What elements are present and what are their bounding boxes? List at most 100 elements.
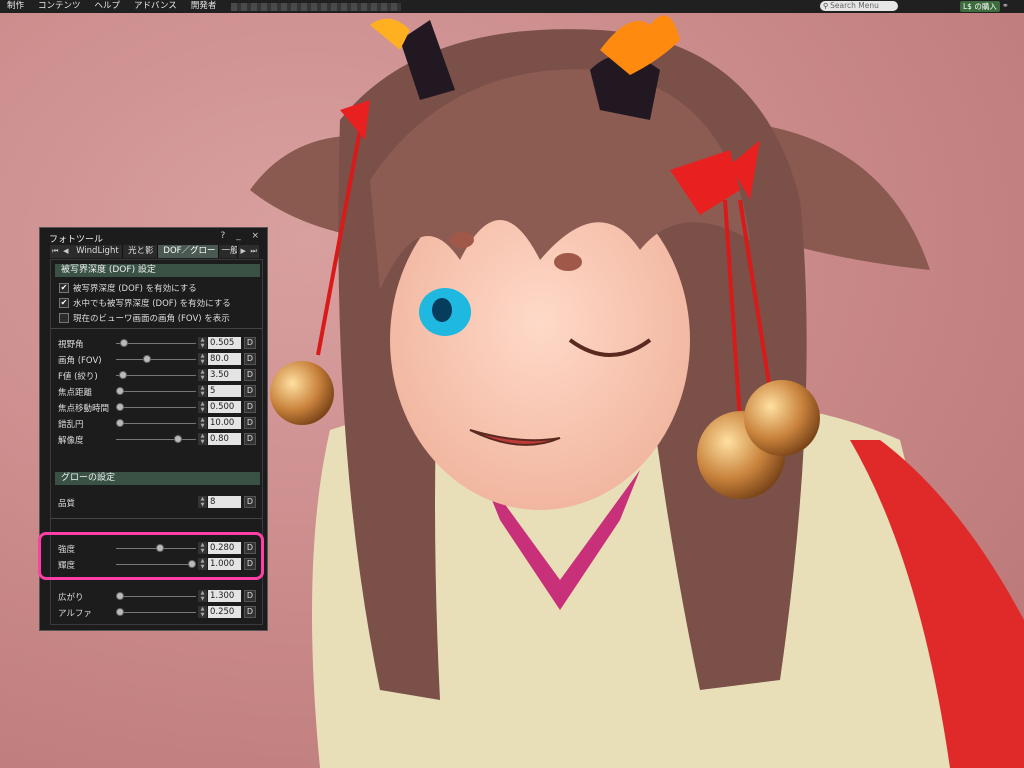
slider-thumb[interactable] — [116, 387, 124, 395]
slider-track[interactable] — [116, 359, 196, 360]
divider — [51, 518, 262, 519]
slider-thumb[interactable] — [116, 608, 124, 616]
slider-thumb[interactable] — [116, 592, 124, 600]
slider-thumb[interactable] — [188, 560, 196, 568]
setting-label: 焦点距離 — [58, 388, 93, 398]
value-field[interactable]: 8 — [208, 496, 241, 508]
menu-build[interactable]: 制作 — [0, 0, 31, 13]
reset-default-button[interactable]: D — [244, 590, 256, 602]
reset-default-button[interactable]: D — [244, 606, 256, 618]
menu-developer[interactable]: 開発者 — [184, 0, 224, 13]
slider-thumb[interactable] — [143, 355, 152, 363]
setting-row: 強度 ▲ ▼ 0.280 D — [58, 542, 258, 555]
reset-default-button[interactable]: D — [244, 542, 256, 554]
spinner-arrows-icon[interactable]: ▲ ▼ — [198, 417, 207, 429]
show-fov-checkbox[interactable]: 現在のビューワ画面の画角 (FOV) を表示 — [59, 312, 230, 324]
menu-advanced[interactable]: アドバンス — [127, 0, 184, 13]
checkbox-label: 被写界深度 (DOF) を有効にする — [73, 283, 197, 294]
tab-first-icon[interactable]: ⏮ — [50, 245, 61, 258]
setting-row: 解像度 ▲ ▼ 0.80 D — [58, 433, 258, 446]
tab-dof-glow[interactable]: DOF／グロー — [158, 245, 220, 258]
value-field[interactable]: 0.80 — [208, 433, 241, 445]
slider-track[interactable] — [116, 423, 196, 424]
slider-track[interactable] — [116, 375, 196, 376]
spinner-arrows-icon[interactable]: ▲ ▼ — [198, 433, 207, 445]
slider-track[interactable] — [116, 407, 196, 408]
slider-track[interactable] — [116, 612, 196, 613]
setting-row: 画角 (FOV) ▲ ▼ 80.0 D — [58, 353, 258, 366]
divider — [51, 328, 262, 329]
value-field[interactable]: 0.280 — [208, 542, 241, 554]
setting-label: 解像度 — [58, 436, 84, 446]
slider-thumb[interactable] — [118, 371, 127, 379]
menu-content[interactable]: コンテンツ — [31, 0, 88, 13]
photo-tools-floater[interactable]: フォトツール ? _ × ⏮ ◀ WindLight 光と影 DOF／グロー 一… — [39, 227, 268, 631]
value-field[interactable]: 5 — [208, 385, 241, 397]
slider-thumb[interactable] — [155, 544, 164, 552]
blurred-location — [231, 2, 402, 11]
checkmark-icon: ✔ — [59, 297, 69, 308]
tab-last-icon[interactable]: ⏭ — [248, 245, 259, 258]
tab-light-shadow[interactable]: 光と影 — [122, 245, 159, 258]
setting-row: 視野角 ▲ ▼ 0.505 D — [58, 337, 258, 350]
tab-general[interactable]: 一般 — [219, 245, 238, 258]
setting-label: F値 (絞り) — [58, 372, 98, 382]
spinner-arrows-icon[interactable]: ▲ ▼ — [198, 385, 207, 397]
value-field[interactable]: 1.300 — [208, 590, 241, 602]
reset-default-button[interactable]: D — [244, 369, 256, 381]
reset-default-button[interactable]: D — [244, 385, 256, 397]
slider-track[interactable] — [116, 439, 196, 440]
reset-default-button[interactable]: D — [244, 496, 256, 508]
slider-track[interactable] — [116, 596, 196, 597]
setting-row: 広がり ▲ ▼ 1.300 D — [58, 590, 258, 603]
slider-track[interactable] — [116, 343, 196, 344]
dof-underwater-checkbox[interactable]: ✔ 水中でも被写界深度 (DOF) を有効にする — [59, 297, 231, 309]
checkbox-label: 現在のビューワ画面の画角 (FOV) を表示 — [73, 313, 230, 324]
search-placeholder: Search Menu — [830, 1, 879, 10]
slider-track[interactable] — [116, 564, 196, 565]
tab-prev-icon[interactable]: ◀ — [60, 245, 72, 258]
setting-row: F値 (絞り) ▲ ▼ 3.50 D — [58, 369, 258, 382]
spinner-arrows-icon[interactable]: ▲ ▼ — [198, 496, 207, 508]
reset-default-button[interactable]: D — [244, 337, 256, 349]
reset-default-button[interactable]: D — [244, 353, 256, 365]
panel-title: フォトツール — [49, 235, 104, 245]
value-field[interactable]: 1.000 — [208, 558, 241, 570]
spinner-arrows-icon[interactable]: ▲ ▼ — [198, 401, 207, 413]
buy-currency-button[interactable]: L$ の購入 — [960, 1, 1000, 12]
value-field[interactable]: 10.00 — [208, 417, 241, 429]
slider-thumb[interactable] — [173, 435, 182, 443]
tab-next-icon[interactable]: ▶ — [237, 245, 249, 258]
setting-label: 輝度 — [58, 561, 76, 571]
menu-help[interactable]: ヘルプ — [88, 0, 128, 13]
reset-default-button[interactable]: D — [244, 401, 256, 413]
binoculars-icon[interactable]: ⚭ — [1002, 1, 1009, 10]
spinner-arrows-icon[interactable]: ▲ ▼ — [198, 558, 207, 570]
search-icon: ⚲ — [823, 2, 829, 10]
value-field[interactable]: 0.500 — [208, 401, 241, 413]
tab-content-area: 被写界深度 (DOF) 設定 ✔ 被写界深度 (DOF) を有効にする ✔ 水中… — [50, 259, 263, 625]
value-field[interactable]: 0.250 — [208, 606, 241, 618]
panel-window-controls[interactable]: ? _ × — [220, 231, 263, 241]
tab-windlight[interactable]: WindLight — [71, 245, 123, 258]
spinner-arrows-icon[interactable]: ▲ ▼ — [198, 590, 207, 602]
value-field[interactable]: 3.50 — [208, 369, 241, 381]
reset-default-button[interactable]: D — [244, 558, 256, 570]
value-field[interactable]: 0.505 — [208, 337, 241, 349]
slider-thumb[interactable] — [120, 339, 129, 347]
dof-enable-checkbox[interactable]: ✔ 被写界深度 (DOF) を有効にする — [59, 282, 197, 294]
slider-thumb[interactable] — [116, 403, 124, 411]
spinner-arrows-icon[interactable]: ▲ ▼ — [198, 542, 207, 554]
reset-default-button[interactable]: D — [244, 417, 256, 429]
spinner-arrows-icon[interactable]: ▲ ▼ — [198, 369, 207, 381]
spinner-arrows-icon[interactable]: ▲ ▼ — [198, 337, 207, 349]
slider-track[interactable] — [116, 391, 196, 392]
dof-settings-header: 被写界深度 (DOF) 設定 — [55, 264, 260, 277]
spinner-arrows-icon[interactable]: ▲ ▼ — [198, 353, 207, 365]
spinner-arrows-icon[interactable]: ▲ ▼ — [198, 606, 207, 618]
value-field[interactable]: 80.0 — [208, 353, 241, 365]
slider-thumb[interactable] — [116, 419, 124, 427]
reset-default-button[interactable]: D — [244, 433, 256, 445]
search-menu-input[interactable]: ⚲ Search Menu — [820, 1, 898, 11]
checkbox-label: 水中でも被写界深度 (DOF) を有効にする — [73, 298, 231, 309]
